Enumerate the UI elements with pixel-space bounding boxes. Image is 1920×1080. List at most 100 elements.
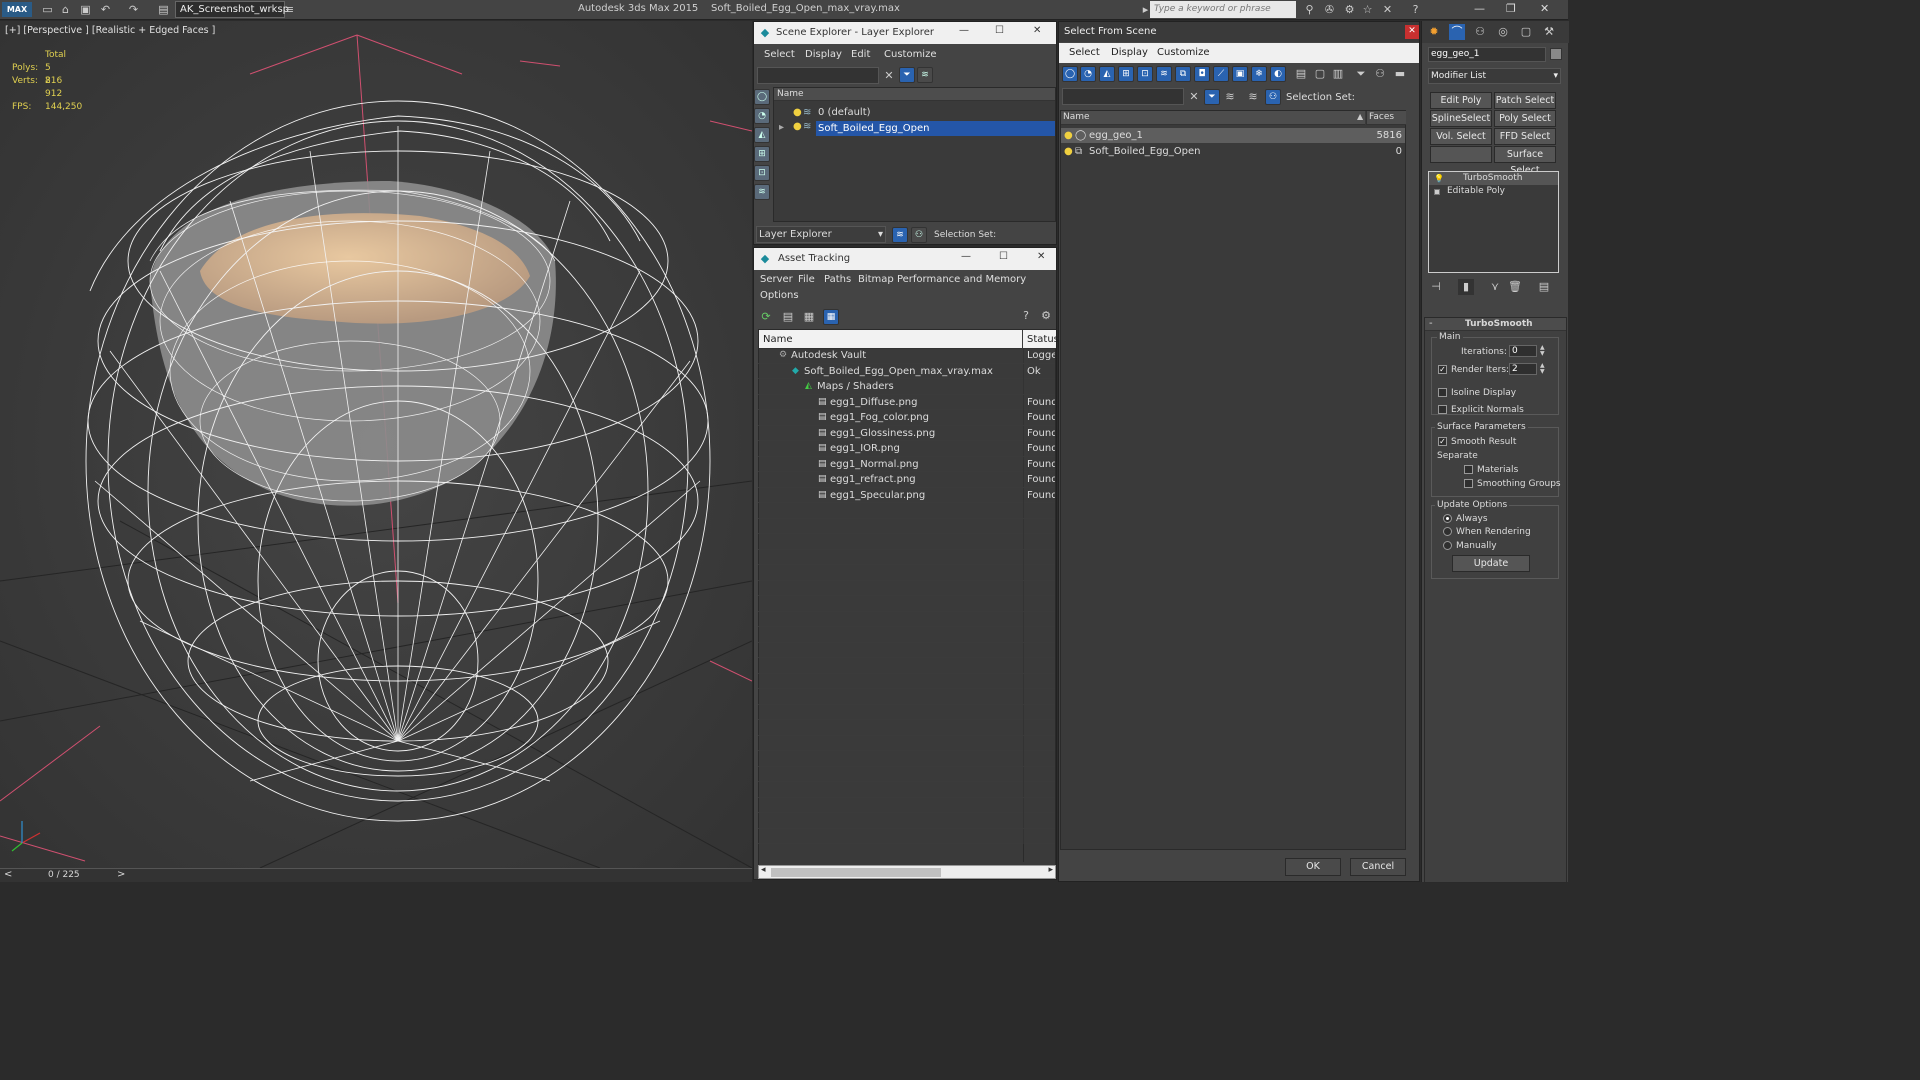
asset-row[interactable]: ▤ egg1_IOR.png Found [758, 441, 1055, 457]
asset-row-empty[interactable] [758, 751, 1055, 767]
close-window-icon[interactable]: ✕ [1540, 2, 1549, 15]
menu-server[interactable]: Server [760, 274, 793, 285]
display-all-icon[interactable]: ▤ [1293, 66, 1309, 82]
asset-row-empty[interactable] [758, 766, 1055, 782]
iterations-spinner[interactable]: 0 [1509, 345, 1537, 357]
filter-icon[interactable]: ⏷ [1353, 66, 1369, 82]
display-geometry-icon[interactable]: ◯ [1062, 66, 1078, 82]
help-icon[interactable]: ? [1018, 308, 1034, 324]
pin-stack-icon[interactable]: ⊣ [1428, 279, 1444, 295]
render-iters-checkbox[interactable]: ✓ [1438, 365, 1447, 374]
explorer-type-dropdown[interactable]: Layer Explorer ▾ [756, 226, 886, 243]
asset-row-empty[interactable] [758, 642, 1055, 658]
asset-row[interactable]: ◆ Soft_Boiled_Egg_Open_max_vray.max Ok [758, 363, 1055, 379]
modifier-list-dropdown[interactable]: Modifier List ▾ [1428, 68, 1561, 84]
asset-row-empty[interactable] [758, 596, 1055, 612]
settings-icon[interactable]: ⚙ [1038, 308, 1054, 324]
display-helpers-icon[interactable]: ⊡ [1137, 66, 1153, 82]
perspective-viewport[interactable]: [+] [Perspective ] [Realistic + Edged Fa… [0, 21, 752, 868]
save-file-icon[interactable]: ▣ [78, 2, 93, 17]
time-next-button[interactable]: > [117, 869, 125, 880]
menu-paths[interactable]: Paths [824, 274, 851, 285]
menu-select[interactable]: Select [1069, 47, 1100, 58]
display-frozen-icon[interactable]: ❄ [1251, 66, 1267, 82]
iterations-spinner-arrows[interactable]: ▲ ▼ [1540, 345, 1545, 357]
asset-row-empty[interactable] [758, 534, 1055, 550]
display-invert-icon[interactable]: ▥ [1330, 66, 1346, 82]
ok-button[interactable]: OK [1285, 858, 1341, 876]
open-file-icon[interactable]: ⌂ [58, 2, 73, 17]
filter-icon[interactable]: ⏷ [899, 67, 915, 83]
display-tab-icon[interactable]: ▢ [1518, 24, 1534, 40]
surface-select-button[interactable]: Surface Select [1494, 146, 1556, 176]
display-layers-icon[interactable]: ≋ [754, 184, 770, 200]
object-color-swatch[interactable] [1550, 48, 1562, 60]
workspace-menu-icon[interactable]: ≡ [282, 2, 297, 17]
expand-arrow-icon[interactable]: ▸ [779, 122, 784, 133]
menu-bitmap-performance[interactable]: Bitmap Performance and Memory [858, 274, 1026, 285]
asset-row-empty[interactable] [758, 611, 1055, 627]
stack-item-editable-poly[interactable]: Editable Poly [1429, 185, 1558, 198]
asset-row[interactable]: ▤ egg1_Specular.png Found [758, 487, 1055, 503]
display-cameras-icon[interactable]: ⊞ [754, 146, 770, 162]
minimize-icon[interactable]: — [959, 25, 969, 36]
cancel-button[interactable]: Cancel [1350, 858, 1406, 876]
menu-display[interactable]: Display [1111, 47, 1148, 58]
layer-row[interactable]: ● ≋ 0 (default) [774, 105, 1055, 120]
isoline-display-checkbox[interactable] [1438, 388, 1447, 397]
menu-customize[interactable]: Customize [884, 49, 937, 60]
asset-row-empty[interactable] [758, 828, 1055, 844]
lightbulb-icon[interactable]: ● [793, 105, 802, 120]
workspace-dropdown[interactable]: AK_Screenshot_wrksp ▾ [175, 1, 289, 30]
show-end-result-icon[interactable]: ▮ [1458, 279, 1474, 295]
asset-row-empty[interactable] [758, 518, 1055, 534]
scene-explorer-titlebar[interactable]: ◆ Scene Explorer - Layer Explorer — ☐ ✕ [754, 22, 1056, 44]
lightbulb-icon[interactable]: ● [1064, 144, 1073, 159]
display-lights-icon[interactable]: ◭ [1099, 66, 1115, 82]
redo-icon[interactable]: ↷ [126, 2, 141, 17]
motion-tab-icon[interactable]: ◎ [1495, 24, 1511, 40]
smooth-result-checkbox[interactable]: ✓ [1438, 437, 1447, 446]
asset-row[interactable]: ▤ egg1_Normal.png Found [758, 456, 1055, 472]
display-helpers-icon[interactable]: ⊡ [754, 165, 770, 181]
maximize-icon[interactable]: ☐ [999, 251, 1008, 262]
close-icon[interactable]: ✕ [1033, 25, 1041, 36]
configure-modifier-sets-icon[interactable]: ▤ [1536, 279, 1552, 295]
display-hidden-icon[interactable]: ◐ [1270, 66, 1286, 82]
asset-row[interactable]: ▤ egg1_Diffuse.png Found [758, 394, 1055, 410]
update-button[interactable]: Update [1452, 555, 1530, 572]
asset-row[interactable]: ◭ Maps / Shaders [758, 379, 1055, 395]
close-icon[interactable]: ✕ [1037, 251, 1045, 262]
refresh-icon[interactable]: ⟳ [758, 309, 774, 325]
create-tab-icon[interactable]: ✹ [1426, 24, 1442, 40]
undo-icon[interactable]: ↶ [98, 2, 113, 17]
tools-icon[interactable]: ✇ [1322, 2, 1337, 17]
display-none-icon[interactable]: ▢ [1312, 66, 1328, 82]
collapse-icon[interactable]: - [1429, 318, 1433, 329]
object-row-selected[interactable]: ● ◯ egg_geo_1 5816 [1061, 128, 1405, 143]
table-view-icon[interactable]: ▦ [823, 309, 839, 325]
layers-options-icon[interactable]: ≋ [917, 67, 933, 83]
asset-row-empty[interactable] [758, 580, 1055, 596]
scroll-left-icon[interactable]: ◂ [761, 865, 766, 875]
expand-icon[interactable] [1434, 189, 1440, 195]
keyword-search-input[interactable]: Type a keyword or phrase [1150, 1, 1296, 18]
select-filter-input[interactable] [1062, 88, 1184, 105]
lightbulb-icon[interactable]: ● [793, 121, 802, 132]
hierarchy-icon[interactable]: ⚇ [1372, 66, 1388, 82]
asset-row-empty[interactable] [758, 720, 1055, 736]
make-unique-icon[interactable]: ⋎ [1487, 279, 1503, 295]
column-header-status[interactable]: Status [1023, 330, 1059, 349]
asset-row-empty[interactable] [758, 735, 1055, 751]
asset-row-empty[interactable] [758, 673, 1055, 689]
asset-row-empty[interactable] [758, 689, 1055, 705]
asset-row-empty[interactable] [758, 658, 1055, 674]
asset-row[interactable]: ⚙Autodesk VaultLogged [758, 348, 1055, 364]
binoculars-icon[interactable]: ⚲ [1302, 2, 1317, 17]
select-dialog-titlebar[interactable]: Select From Scene ✕ [1059, 22, 1419, 42]
update-always-radio[interactable] [1443, 514, 1452, 523]
viewport-label[interactable]: [+] [Perspective ] [Realistic + Edged Fa… [5, 25, 215, 36]
layers-icon[interactable]: ≋ [1245, 89, 1261, 105]
asset-row-empty[interactable] [758, 627, 1055, 643]
asset-row-empty[interactable] [758, 782, 1055, 798]
